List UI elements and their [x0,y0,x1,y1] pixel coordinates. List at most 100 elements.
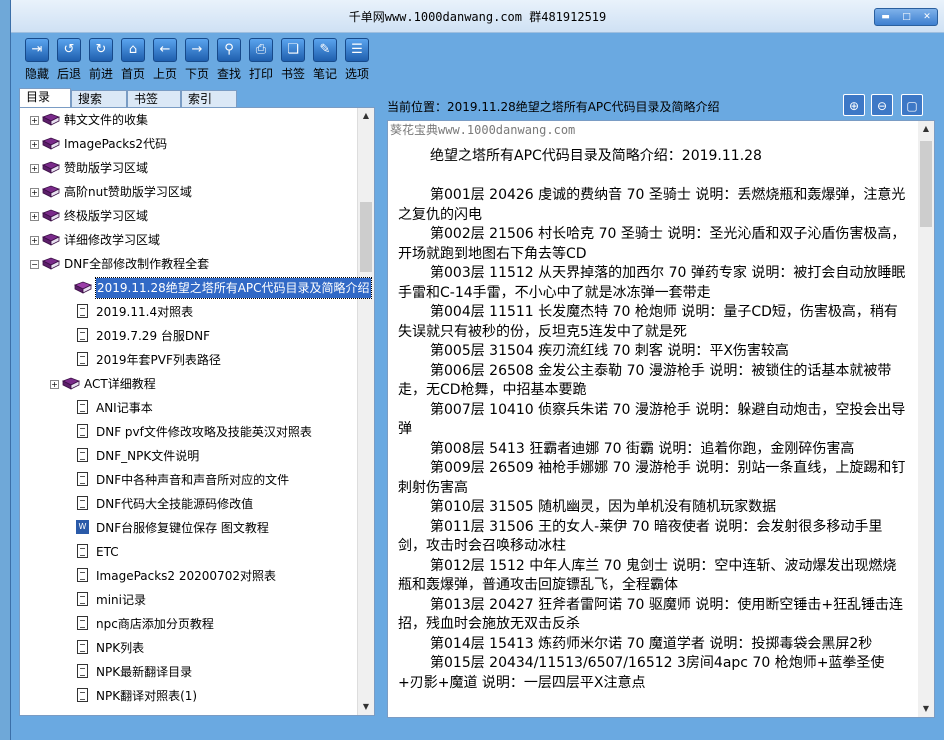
article-paragraph: 第014层 15413 炼药师米尔诺 70 魔道学者 说明：投掷毒袋会黑屏2秒 [430,635,873,652]
watermark: 葵花宝典www.1000danwang.com [390,123,576,137]
title-bar: 千单网www.1000danwang.com 群481912519 ▬ □ ✕ [11,0,944,33]
article-paragraph: 第012层 1512 中年人库兰 70 鬼剑士 说明：空中连斩、波动爆发出现燃烧… [398,557,897,594]
tree-item-label: DNF pvf文件修改攻略及技能英汉对照表 [96,425,312,439]
article-paragraph: 第002层 21506 村长哈克 70 圣骑士 说明：圣光沁盾和双子沁盾伤害极高… [398,226,906,262]
tab-bookmarks[interactable]: 书签 [127,90,181,108]
expand-icon[interactable]: + [30,236,39,245]
zoom-in-icon: ⊕ [848,99,860,113]
tab-contents[interactable]: 目录 [19,88,71,108]
content-scroll-thumb[interactable] [920,141,932,227]
word-document-icon: W [76,520,89,534]
article-heading: 绝望之塔所有APC代码目录及简略介绍：2019.11.28 [430,148,762,164]
page-icon [77,304,88,318]
tree-item-label: NPK列表 [96,641,145,655]
tree-item-label: DNF全部修改制作教程全套 [64,257,210,271]
article-view[interactable]: 葵花宝典www.1000danwang.com 绝望之塔所有APC代码目录及简略… [387,120,935,718]
article-paragraph: 第007层 10410 侦察兵朱诺 70 漫游枪手 说明：躲避自动炮击，空投会出… [398,401,906,438]
book-icon [42,209,60,222]
tree-item-label: 高阶nut赞助版学习区域 [64,185,192,199]
expand-icon[interactable]: + [50,380,59,389]
toolbar: ⇥ 隐藏 ↺ 后退 ↻ 前进 ⌂ 首页 ← 上页 → 下页 ⚲ 查找 ⎙ 打印 ❏ 书签 ✎ 笔记 ☰ 选项 [11,32,944,86]
page-icon [77,568,88,582]
page-icon [77,472,88,486]
book-icon [42,113,60,126]
navigation-pane: 目录 搜索 书签 索引 ▲ ▼ + 韩文文件的收集 + ImagePacks2代码 + 赞… [19,88,375,716]
content-scrollbar[interactable]: ▲ ▼ [918,121,934,717]
location-prefix: 当前位置： [387,100,448,114]
article-paragraph: 第001层 20426 虔诚的费纳音 70 圣骑士 说明：丢燃烧瓶和轰爆弹，注意… [398,187,906,223]
article-paragraph: 第005层 31504 疾刃流红线 70 刺客 说明：平X伤害较高 [430,343,789,359]
maximize-icon[interactable]: □ [902,12,911,22]
expand-icon[interactable]: + [30,140,39,149]
window-title: 千单网www.1000danwang.com 群481912519 [348,10,607,24]
notes-icon: ✎ [313,38,337,62]
tree-item-label: 2019.11.4对照表 [96,305,194,319]
tree-item-label: 韩文文件的收集 [64,113,149,127]
hide-icon: ⇥ [25,38,49,62]
prev-page-icon: ← [153,38,177,62]
scroll-up-icon[interactable]: ▲ [358,108,374,124]
tree-item-label: 2019.7.29 台服DNF [96,329,211,343]
options-icon: ☰ [345,38,369,62]
expand-icon[interactable]: + [30,188,39,197]
tab-search[interactable]: 搜索 [71,90,127,108]
expand-icon[interactable]: + [30,116,39,125]
content-scroll-down-icon[interactable]: ▼ [918,701,934,717]
open-book-icon [74,281,92,294]
tree-item-label: DNF中各种声音和声音所对应的文件 [96,473,290,487]
print-icon: ⎙ [249,38,273,62]
expand-icon[interactable]: + [30,212,39,221]
location-value: 2019.11.28绝望之塔所有APC代码目录及简略介绍 [447,100,720,114]
book-icon [42,257,60,270]
home-icon: ⌂ [121,38,145,62]
tree-item-label: ETC [96,545,119,559]
app-window: 千单网www.1000danwang.com 群481912519 ▬ □ ✕ … [10,0,944,740]
forward-icon: ↻ [89,38,113,62]
page-icon [77,592,88,606]
book-icon [42,233,60,246]
tree-item-label: DNF代码大全技能源码修改值 [96,497,254,511]
options-button[interactable]: ☰ 选项 [341,38,373,82]
fullscreen-button[interactable]: ▢ [901,94,923,116]
page-icon [77,496,88,510]
article-paragraph: 第004层 11511 长发魔杰特 70 枪炮师 说明：量子CD短，伤害极高，稍… [398,304,898,340]
nav-tabs: 目录 搜索 书签 索引 [19,88,375,108]
tree-scroll-thumb[interactable] [360,202,372,272]
tree-scrollbar[interactable]: ▲ ▼ [357,108,374,715]
current-location: 当前位置：2019.11.28绝望之塔所有APC代码目录及简略介绍 [387,98,720,115]
page-icon [77,544,88,558]
tree-item-label: ImagePacks2代码 [64,137,168,151]
fullscreen-icon: ▢ [906,99,918,113]
collapse-icon[interactable]: − [30,260,39,269]
article-paragraph: 第010层 31505 随机幽灵，因为单机没有随机玩家数据 [430,499,777,515]
article-paragraph: 第003层 11512 从天界掉落的加西尔 70 弹药专家 说明：被打会自动放睡… [398,265,906,301]
tree-item-label: npc商店添加分页教程 [96,617,214,631]
page-icon [77,400,88,414]
article-paragraph: 第006层 26508 金发公主泰勒 70 漫游枪手 说明：被锁住的话基本就被带… [398,362,892,399]
tree-item-label: 2019年套PVF列表路径 [96,353,221,367]
article-paragraph: 第008层 5413 狂霸者迪娜 70 街霸 说明：追着你跑，金刚碎伤害高 [430,440,855,457]
tree-item-label: DNF台服修复键位保存 图文教程 [96,521,269,535]
window-controls: ▬ □ ✕ [874,8,938,26]
zoom-out-button[interactable]: ⊖ [871,94,893,116]
page-icon [77,448,88,462]
expand-icon[interactable]: + [30,164,39,173]
contents-tree[interactable]: ▲ ▼ + 韩文文件的收集 + ImagePacks2代码 + 赞助版学习区域 + 高阶nut… [19,107,375,716]
tree-item-label: ACT详细教程 [84,377,156,391]
page-icon [77,424,88,438]
tree-item-label: 赞助版学习区域 [64,161,149,175]
article-body: 绝望之塔所有APC代码目录及简略介绍：2019.11.28 第001层 2042… [398,147,906,693]
minimize-icon[interactable]: ▬ [881,12,890,22]
close-icon[interactable]: ✕ [923,12,931,22]
tree-item-label: 2019.11.28绝望之塔所有APC代码目录及简略介绍 [95,277,372,299]
scroll-down-icon[interactable]: ▼ [358,699,374,715]
content-pane: 当前位置：2019.11.28绝望之塔所有APC代码目录及简略介绍 ⊕ ⊖ ▢ … [385,88,937,720]
page-icon [77,664,88,678]
article-paragraph: 第011层 31506 王的女人-莱伊 70 暗夜使者 说明：会发射很多移动手里… [398,518,883,555]
page-icon [77,352,88,366]
zoom-in-button[interactable]: ⊕ [843,94,865,116]
page-icon [77,640,88,654]
tab-index[interactable]: 索引 [181,90,237,108]
content-scroll-up-icon[interactable]: ▲ [918,121,934,137]
back-icon: ↺ [57,38,81,62]
